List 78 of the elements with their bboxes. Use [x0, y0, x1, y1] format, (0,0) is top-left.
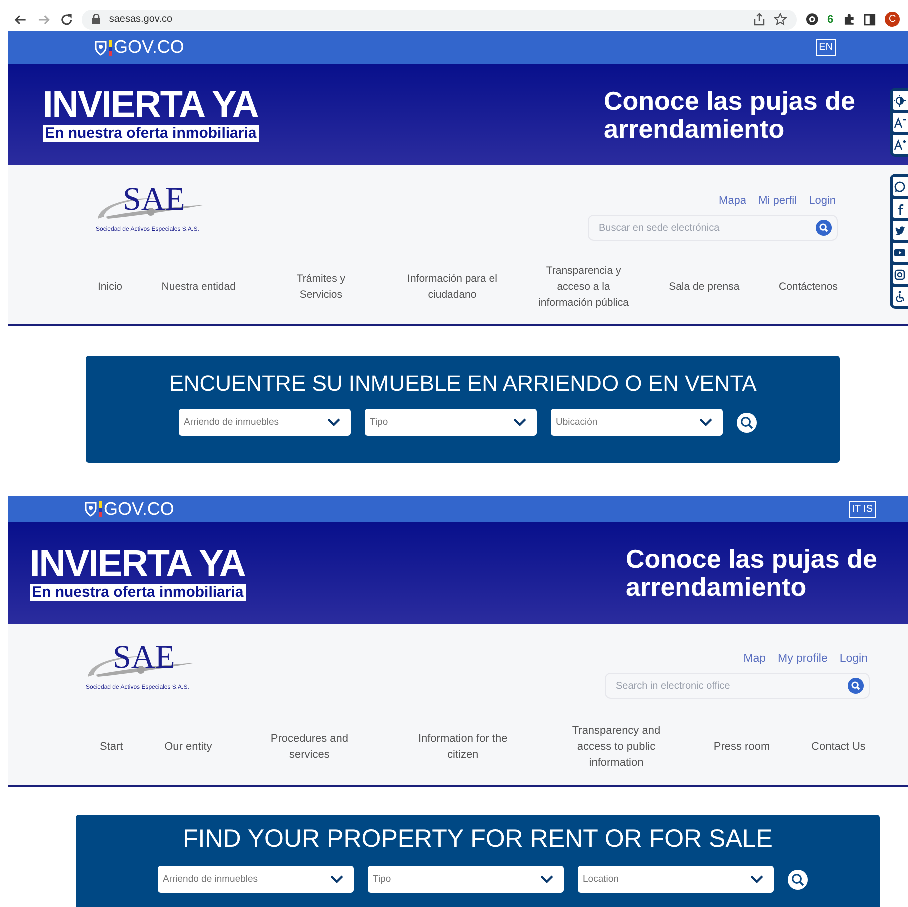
search-field[interactable]: Search in electronic office [605, 673, 870, 699]
flag-stripe-icon [109, 40, 112, 56]
panel-title: FIND YOUR PROPERTY FOR RENT OR FOR SALE [183, 825, 773, 854]
nav-link[interactable]: Inicio [98, 279, 123, 295]
dropdown[interactable]: Ubicación [551, 409, 723, 436]
nav-link[interactable]: Contáctenos [778, 279, 838, 295]
banner-subheadline: En nuestra oferta inmobiliaria [30, 584, 246, 600]
chat-bubble-icon[interactable] [894, 180, 906, 192]
back-icon[interactable] [14, 12, 28, 26]
chevron-down-icon [327, 418, 341, 427]
address-bar[interactable]: saesas.gov.co [82, 10, 797, 30]
nav-link[interactable]: Contact Us [812, 739, 866, 755]
search-icon[interactable] [737, 412, 757, 432]
chevron-down-icon [540, 875, 554, 884]
banner-text: Conoce las pujas de arrendamiento [604, 86, 856, 142]
chevron-down-icon [330, 875, 344, 884]
contrast-icon[interactable] [894, 94, 906, 106]
gov-logo[interactable]: GOV.CO [94, 37, 184, 58]
nav-link[interactable]: Transparencia y acceso a la información pública [538, 263, 630, 311]
header-link[interactable]: Login [809, 195, 836, 207]
profile-avatar[interactable]: C [885, 12, 900, 27]
banner-text: Conoce las pujas de arrendamiento [626, 545, 878, 601]
language-button[interactable]: EN [816, 39, 836, 56]
dropdown[interactable]: Location [578, 866, 774, 893]
header-link[interactable]: My profile [778, 653, 828, 665]
dropdown[interactable]: Tipo [365, 409, 537, 436]
nav-link[interactable]: Start [100, 739, 124, 755]
dropdown[interactable]: Tipo [368, 866, 564, 893]
header-link[interactable]: Mapa [719, 195, 747, 207]
banner-headline: INVIERTA YA [43, 86, 259, 124]
gov-logo-text: GOV.CO [114, 37, 184, 58]
lock-icon [92, 14, 102, 25]
extension-badge[interactable]: 6 [827, 14, 834, 26]
extension-icon[interactable] [806, 13, 818, 26]
nav-link[interactable]: Sala de prensa [669, 279, 740, 295]
puzzle-icon[interactable] [842, 13, 856, 26]
chevron-down-icon [699, 418, 713, 427]
search-icon[interactable] [848, 678, 864, 694]
side-panel-icon[interactable] [864, 14, 876, 26]
gov-logo[interactable]: GOV.CO [84, 498, 174, 520]
url-text: saesas.gov.co [109, 14, 173, 25]
twitter-icon[interactable] [894, 224, 906, 236]
nav-link[interactable]: Our entity [164, 739, 212, 755]
flag-stripe-icon [99, 501, 102, 517]
search-icon[interactable] [788, 870, 808, 890]
star-icon[interactable] [774, 13, 787, 26]
banner-subheadline: En nuestra oferta inmobiliaria [43, 125, 259, 142]
camera-icon[interactable] [894, 268, 906, 280]
banner-headline: INVIERTA YA [30, 544, 246, 582]
header-link[interactable]: Mi perfil [758, 195, 798, 207]
shield-icon [84, 501, 98, 517]
header-link[interactable]: Map [744, 653, 766, 665]
nav-link[interactable]: Información para el ciudadano [406, 271, 498, 303]
language-button[interactable]: IT IS [849, 500, 876, 518]
panel-title: ENCUENTRE SU INMUEBLE EN ARRIENDO O EN VENTA [169, 371, 757, 397]
nav-link[interactable]: Transparency and access to public information [560, 723, 672, 771]
logo-text: SAE [123, 183, 186, 217]
wheelchair-icon[interactable] [894, 290, 906, 302]
nav-link[interactable]: Trámites y Servicios [275, 271, 368, 303]
video-play-icon[interactable] [894, 246, 906, 258]
nav-link[interactable]: Information for the citizen [407, 731, 520, 763]
dropdown[interactable]: Arriendo de inmuebles [179, 409, 351, 436]
header-link[interactable]: Login [840, 653, 868, 665]
reload-icon[interactable] [60, 12, 74, 26]
nav-link[interactable]: Press room [714, 739, 770, 755]
share-icon[interactable] [752, 13, 766, 26]
chevron-down-icon [513, 418, 527, 427]
gov-logo-text: GOV.CO [104, 498, 174, 520]
search-field[interactable]: Buscar en sede electrónica [588, 215, 838, 241]
nav-link[interactable]: Nuestra entidad [162, 279, 236, 295]
logo-text: SAE [113, 641, 176, 675]
text-increase-icon[interactable] [894, 138, 906, 150]
shield-icon [94, 40, 108, 56]
search-icon[interactable] [816, 220, 832, 236]
chevron-down-icon [750, 875, 764, 884]
text-decrease-icon[interactable] [894, 116, 906, 128]
dropdown[interactable]: Arriendo de inmuebles [158, 866, 354, 893]
nav-link[interactable]: Procedures and services [254, 731, 366, 763]
